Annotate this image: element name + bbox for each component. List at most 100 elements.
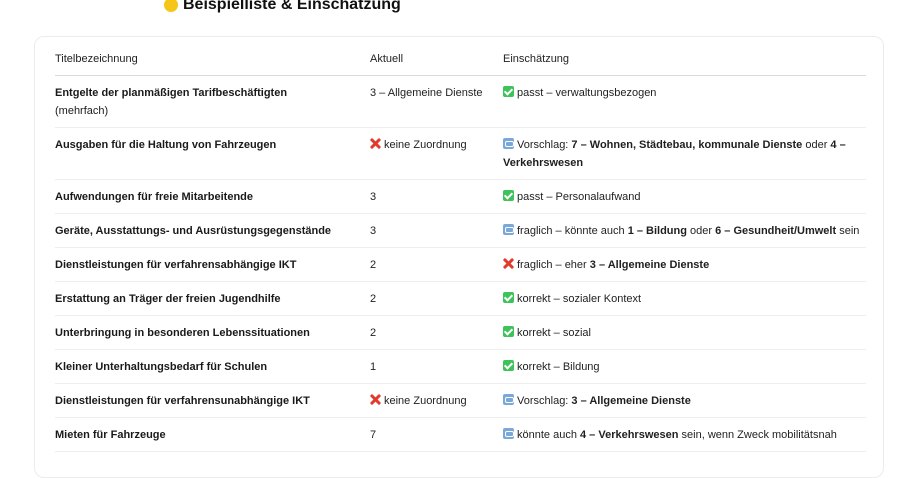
row-title-text: Dienstleistungen für verfahrensunabhängi… xyxy=(55,395,310,407)
row-current-text: keine Zuordnung xyxy=(384,395,467,407)
assessment-table: Titelbezeichnung Aktuell Einschätzung En… xyxy=(55,43,866,452)
cross-icon xyxy=(503,258,514,269)
check-icon xyxy=(503,190,514,201)
row-current-text: 3 – Allgemeine Dienste xyxy=(370,87,483,99)
check-icon xyxy=(503,86,514,97)
table-row: Dienstleistungen für verfahrensabhängige… xyxy=(55,247,866,282)
row-current: 2 xyxy=(370,315,503,350)
row-current-text: 3 xyxy=(370,225,377,237)
assessment-text: oder xyxy=(802,139,831,151)
row-current: 2 xyxy=(370,247,503,282)
row-current-text: 2 xyxy=(370,327,377,339)
row-current-text: 2 xyxy=(370,259,377,271)
row-assessment: korrekt – Bildung xyxy=(503,349,866,384)
table-row: Aufwendungen für freie Mitarbeitende 3 pas… xyxy=(55,179,866,214)
row-assessment: fraglich – eher 3 – Allgemeine Dienste xyxy=(503,247,866,282)
assessment-text: korrekt – Bildung xyxy=(517,361,600,373)
row-title-text: Kleiner Unterhaltungsbedarf für Schulen xyxy=(55,361,268,373)
table-row: Geräte, Ausstattungs- und Ausrüstungsgeg… xyxy=(55,213,866,248)
column-header-current: Aktuell xyxy=(370,43,503,76)
assessment-category: 3 – Allgemeine Dienste xyxy=(589,259,710,271)
assessment-text: oder xyxy=(686,225,716,237)
table-body: Entgelte der planmäßigen Tarifbeschäftig… xyxy=(55,75,866,452)
row-title-subtext: (mehrfach) xyxy=(55,105,109,117)
table-row: Dienstleistungen für verfahrensunabhängi… xyxy=(55,383,866,418)
assessment-text: korrekt – sozial xyxy=(517,327,591,339)
row-title: Geräte, Ausstattungs- und Ausrüstungsgeg… xyxy=(55,213,370,248)
row-title: Unterbringung in besonderen Lebenssituat… xyxy=(55,315,370,350)
arrows-icon xyxy=(503,138,514,149)
assessment-text: könnte auch xyxy=(517,429,580,441)
row-assessment: korrekt – sozialer Kontext xyxy=(503,281,866,316)
assessment-text: korrekt – sozialer Kontext xyxy=(517,293,642,305)
assessment-text: Vorschlag: xyxy=(517,395,572,407)
table-header-row: Titelbezeichnung Aktuell Einschätzung xyxy=(55,43,866,76)
row-title-text: Entgelte der planmäßigen Tarifbeschäftig… xyxy=(55,87,288,99)
table-row: Ausgaben für die Haltung von Fahrzeugen k… xyxy=(55,127,866,180)
assessment-text: fraglich – eher xyxy=(517,259,590,271)
table-row: Erstattung an Träger der freien Jugendhi… xyxy=(55,281,866,316)
row-title-text: Mieten für Fahrzeuge xyxy=(55,429,166,441)
row-assessment: korrekt – sozial xyxy=(503,315,866,350)
column-header-assessment: Einschätzung xyxy=(503,43,866,76)
row-title: Erstattung an Träger der freien Jugendhi… xyxy=(55,281,370,316)
row-current: 1 xyxy=(370,349,503,384)
assessment-text: fraglich – könnte auch xyxy=(517,225,628,237)
table-card: Titelbezeichnung Aktuell Einschätzung En… xyxy=(34,36,884,478)
assessment-category: 3 – Allgemeine Dienste xyxy=(571,395,691,407)
row-current: 3 xyxy=(370,213,503,248)
table-row: Kleiner Unterhaltungsbedarf für Schulen 1… xyxy=(55,349,866,384)
row-title: Mieten für Fahrzeuge xyxy=(55,417,370,452)
row-current: 2 xyxy=(370,281,503,316)
arrows-icon xyxy=(503,428,514,439)
row-current: 3 – Allgemeine Dienste xyxy=(370,75,503,128)
check-icon xyxy=(503,326,514,337)
row-title-text: Dienstleistungen für verfahrensabhängige… xyxy=(55,259,297,271)
table-row: Unterbringung in besonderen Lebenssituat… xyxy=(55,315,866,350)
row-current: 3 xyxy=(370,179,503,214)
row-assessment: passt – Personalaufwand xyxy=(503,179,866,214)
assessment-category: 1 – Bildung xyxy=(627,225,687,237)
row-title: Aufwendungen für freie Mitarbeitende xyxy=(55,179,370,214)
row-current-text: 1 xyxy=(370,361,377,373)
cross-icon xyxy=(370,394,381,405)
row-title-text: Geräte, Ausstattungs- und Ausrüstungsgeg… xyxy=(55,225,332,237)
row-current: keine Zuordnung xyxy=(370,127,503,180)
assessment-text: Vorschlag: xyxy=(517,139,572,151)
row-current: keine Zuordnung xyxy=(370,383,503,418)
assessment-category: 6 – Gesundheit/Umwelt xyxy=(715,225,837,237)
face-emoji-icon xyxy=(164,0,178,12)
row-title: Kleiner Unterhaltungsbedarf für Schulen xyxy=(55,349,370,384)
row-title-text: Aufwendungen für freie Mitarbeitende xyxy=(55,191,254,203)
row-assessment: Vorschlag: 7 – Wohnen, Städtebau, kommun… xyxy=(503,127,866,180)
page-title-text: Beispielliste & Einschätzung xyxy=(183,0,401,13)
row-title-text: Unterbringung in besonderen Lebenssituat… xyxy=(55,327,310,339)
row-assessment: passt – verwaltungsbezogen xyxy=(503,75,866,128)
row-current-text: keine Zuordnung xyxy=(384,139,467,151)
arrows-icon xyxy=(503,394,514,405)
assessment-text: passt – Personalaufwand xyxy=(517,191,641,203)
row-current-text: 7 xyxy=(370,429,377,441)
row-title: Dienstleistungen für verfahrensabhängige… xyxy=(55,247,370,282)
assessment-category: 4 – Verkehrswesen xyxy=(580,429,679,441)
page-title: Beispielliste & Einschätzung xyxy=(164,0,401,14)
table-row: Mieten für Fahrzeuge 7 könnte auch 4 – Ver… xyxy=(55,417,866,452)
assessment-text: sein, wenn Zweck mobilitätsnah xyxy=(678,429,837,441)
row-title: Ausgaben für die Haltung von Fahrzeugen xyxy=(55,127,370,180)
row-assessment: könnte auch 4 – Verkehrswesen sein, wenn… xyxy=(503,417,866,452)
check-icon xyxy=(503,292,514,303)
row-current-text: 3 xyxy=(370,191,377,203)
row-title: Dienstleistungen für verfahrensunabhängi… xyxy=(55,383,370,418)
table-row: Entgelte der planmäßigen Tarifbeschäftig… xyxy=(55,75,866,128)
assessment-text: passt – verwaltungsbezogen xyxy=(517,87,657,99)
assessment-category: 7 – Wohnen, Städtebau, kommunale Dienste xyxy=(571,139,803,151)
assessment-text: sein xyxy=(836,225,860,237)
arrows-icon xyxy=(503,224,514,235)
row-assessment: fraglich – könnte auch 1 – Bildung oder … xyxy=(503,213,866,248)
row-title-text: Erstattung an Träger der freien Jugendhi… xyxy=(55,293,281,305)
cross-icon xyxy=(370,138,381,149)
column-header-title: Titelbezeichnung xyxy=(55,43,370,76)
row-current: 7 xyxy=(370,417,503,452)
row-title: Entgelte der planmäßigen Tarifbeschäftig… xyxy=(55,75,370,128)
row-current-text: 2 xyxy=(370,293,377,305)
